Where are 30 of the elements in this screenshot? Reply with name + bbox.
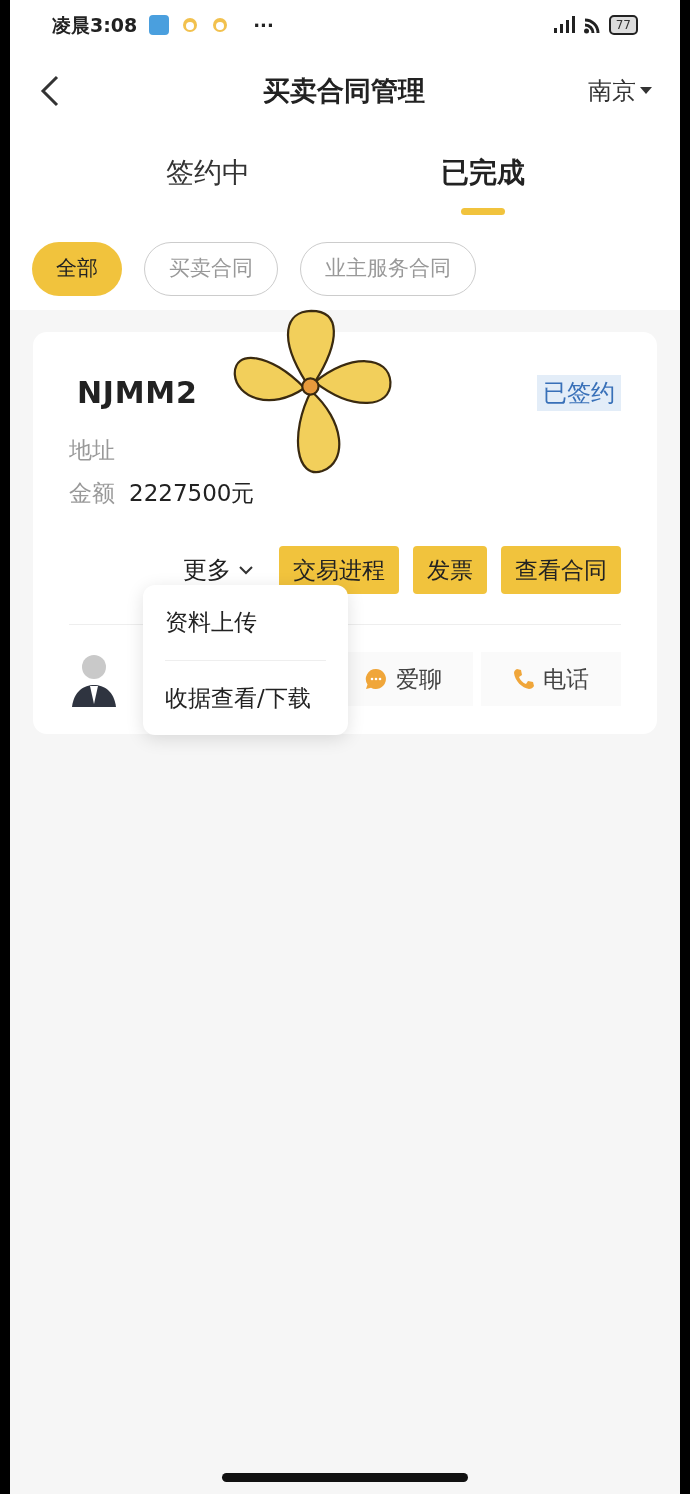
field-label: 金额	[69, 478, 115, 508]
signal-icon	[552, 16, 575, 34]
filter-chip[interactable]: 全部	[32, 242, 122, 296]
tab[interactable]: 签约中	[70, 152, 345, 232]
tab-underline	[460, 208, 505, 215]
app-icon	[149, 15, 170, 35]
chevron-down-icon	[239, 565, 253, 575]
tab[interactable]: 已完成	[345, 152, 620, 232]
caret-icon	[640, 87, 652, 95]
page-title: 买卖合同管理	[263, 73, 425, 108]
status-more: ···	[253, 13, 274, 38]
amount-value: 2227500元	[129, 478, 255, 508]
action-button[interactable]: 发票	[413, 546, 487, 594]
contact-button[interactable]: 电话	[481, 652, 621, 706]
city-selector[interactable]: 南京	[588, 73, 652, 109]
menu-item[interactable]: 收据查看/下载	[165, 659, 326, 735]
field-label: 地址	[69, 436, 115, 465]
status-time: 凌晨3:08	[52, 12, 138, 38]
action-button[interactable]: 查看合同	[501, 546, 621, 594]
phone-icon	[513, 668, 535, 690]
app-icon	[181, 16, 200, 34]
chat-bubble-icon	[364, 667, 388, 691]
wifi-icon	[582, 16, 601, 34]
status-badge: 已签约	[537, 374, 621, 411]
back-icon[interactable]	[38, 75, 60, 107]
more-button[interactable]: 更多	[183, 552, 253, 588]
battery-icon: 77	[608, 15, 638, 35]
action-button[interactable]: 交易进程	[279, 546, 399, 594]
contract-code: NJMM2	[77, 374, 198, 412]
app-icon	[211, 16, 230, 34]
